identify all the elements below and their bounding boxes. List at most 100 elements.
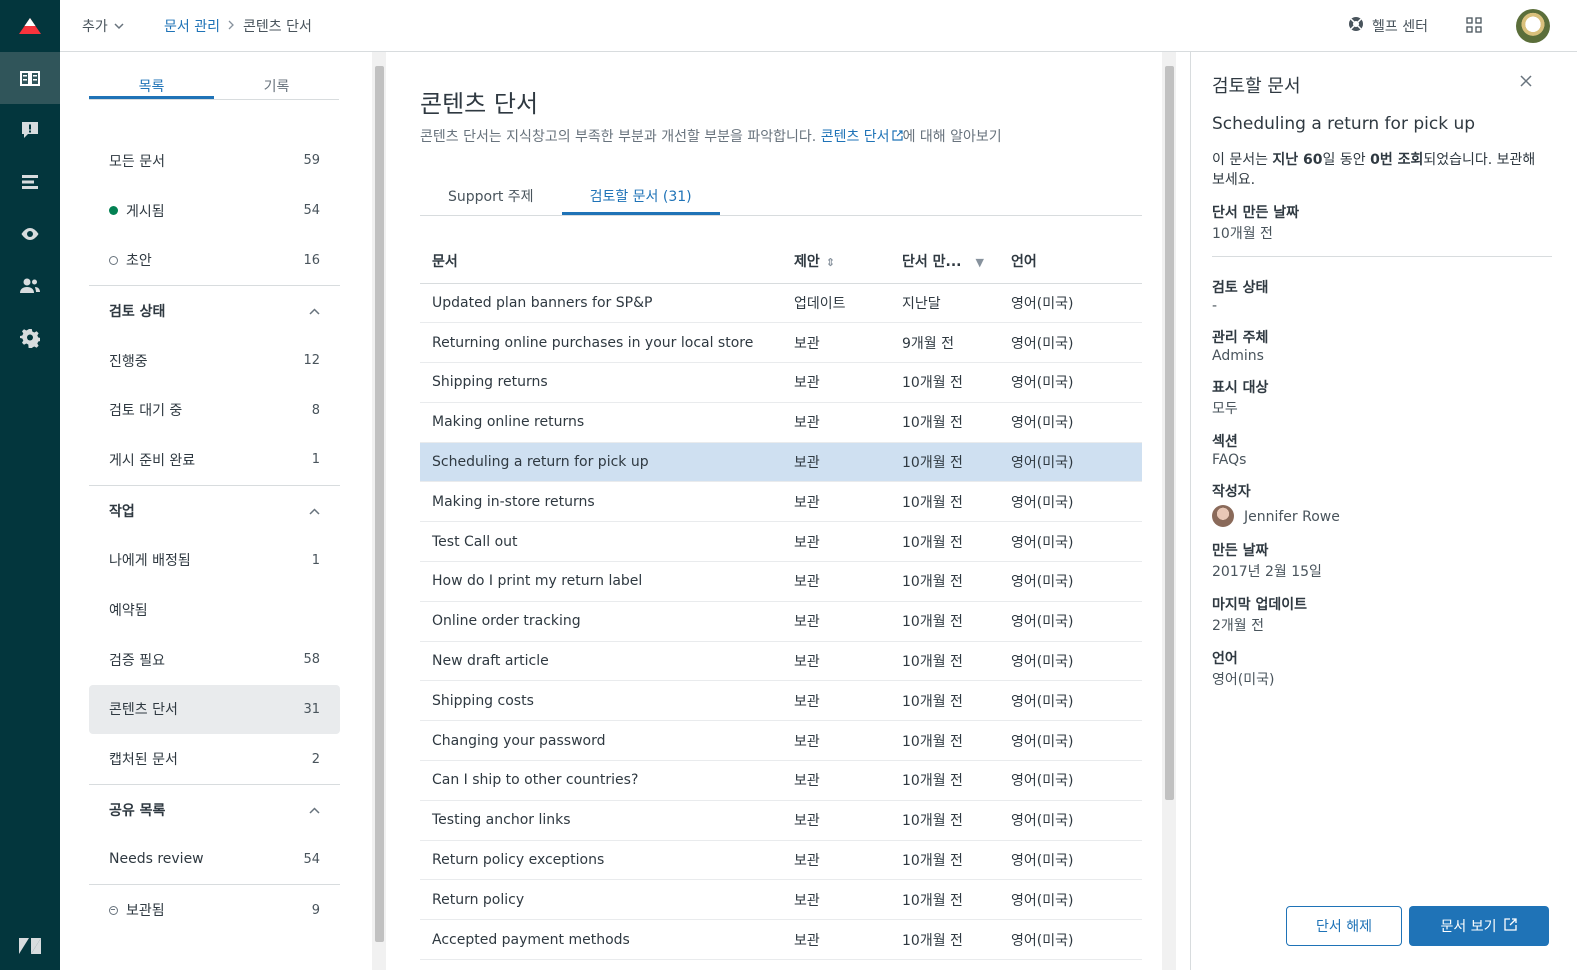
- nav-in-progress[interactable]: 진행중 12: [89, 336, 340, 386]
- table-row[interactable]: Updated plan banners for SP&P 업데이트 지난달 영어(미…: [420, 283, 1142, 324]
- cell-suggestion: 보관: [782, 919, 890, 961]
- cue-tabs: Support 주제 검토할 문서 (31): [420, 180, 1142, 216]
- users-icon[interactable]: [0, 260, 60, 312]
- cell-article-title[interactable]: Changing your password: [420, 720, 782, 762]
- cell-cue-created: 10개월 전: [890, 481, 999, 523]
- table-row[interactable]: Testing anchor links 보관 10개월 전 영어(미국): [420, 800, 1142, 841]
- cell-article-title[interactable]: Testing anchor links: [420, 800, 782, 841]
- tab-articles-to-review[interactable]: 검토할 문서 (31): [561, 180, 720, 215]
- sidebar-scrollbar[interactable]: [372, 52, 386, 970]
- column-header-suggestion[interactable]: 제안 ⇕: [782, 239, 890, 284]
- nav-archived[interactable]: 보관됨 9: [89, 885, 340, 935]
- table-row[interactable]: Online order tracking 보관 10개월 전 영어(미국): [420, 601, 1142, 642]
- table-row[interactable]: Accepted payment methods 보관 10개월 전 영어(미국): [420, 919, 1142, 961]
- nav-scheduled[interactable]: 예약됨: [89, 585, 340, 635]
- knowledge-icon[interactable]: [0, 52, 60, 104]
- nav-label: 보관됨: [126, 903, 165, 920]
- table-row[interactable]: Return policy 보관 10개월 전 영어(미국): [420, 879, 1142, 921]
- cell-article-title[interactable]: Updated plan banners for SP&P: [420, 283, 782, 324]
- nav-label: 게시 준비 완료: [109, 452, 196, 469]
- cell-language: 영어(미국): [999, 840, 1142, 881]
- cell-article-title[interactable]: Return policy exceptions: [420, 840, 782, 881]
- view-article-button[interactable]: 문서 보기: [1409, 906, 1549, 946]
- column-header-cue-created[interactable]: 단서 만... ▼: [890, 239, 999, 284]
- cell-suggestion: 보관: [782, 362, 890, 403]
- scrollbar-thumb[interactable]: [1165, 66, 1174, 800]
- cell-cue-created: 10개월 전: [890, 442, 999, 483]
- nav-assigned-to-me[interactable]: 나에게 배정됨 1: [89, 536, 340, 586]
- nav-published[interactable]: 게시됨 54: [89, 186, 340, 236]
- review-status-header[interactable]: 검토 상태: [89, 286, 340, 336]
- column-header-language[interactable]: 언어: [999, 239, 1142, 284]
- user-avatar[interactable]: [1516, 9, 1550, 43]
- tab-history[interactable]: 기록: [214, 76, 339, 99]
- nav-count: 12: [303, 353, 320, 369]
- list-icon[interactable]: [0, 156, 60, 208]
- cell-article-title[interactable]: Online order tracking: [420, 601, 782, 642]
- table-row[interactable]: Shipping returns 보관 10개월 전 영어(미국): [420, 362, 1142, 403]
- add-menu-button[interactable]: 추가: [82, 16, 124, 36]
- table-row[interactable]: New draft article 보관 10개월 전 영어(미국): [420, 641, 1142, 682]
- cell-article-title[interactable]: Scheduling a return for pick up: [420, 442, 782, 483]
- nav-ready-to-publish[interactable]: 게시 준비 완료 1: [89, 435, 340, 485]
- alert-icon[interactable]: [0, 104, 60, 156]
- published-dot-icon: [109, 206, 118, 216]
- table-row[interactable]: Shipping costs 보관 10개월 전 영어(미국): [420, 680, 1142, 722]
- nav-all-articles[interactable]: 모든 문서 59: [89, 136, 340, 186]
- nav-captured-articles[interactable]: 캡처된 문서 2: [89, 734, 340, 784]
- learn-more-link[interactable]: 콘텐츠 단서: [821, 129, 903, 145]
- cell-article-title[interactable]: Test Call out: [420, 521, 782, 563]
- cell-suggestion: 보관: [782, 561, 890, 602]
- table-row[interactable]: Return policy exceptions 보관 10개월 전 영어(미국): [420, 840, 1142, 881]
- gear-icon[interactable]: [0, 312, 60, 364]
- eye-icon[interactable]: [0, 208, 60, 260]
- nav-count: 31: [303, 701, 320, 717]
- cell-article-title[interactable]: Can I ship to other countries?: [420, 760, 782, 801]
- zendesk-guide-logo[interactable]: [0, 0, 60, 52]
- scrollbar-thumb[interactable]: [375, 66, 384, 942]
- tab-lists[interactable]: 목록: [89, 76, 214, 99]
- cue-message: 이 문서는 지난 60일 동안 0번 조회되었습니다. 보관해 보세요.: [1212, 150, 1552, 190]
- nav-count: 54: [303, 851, 320, 867]
- table-row[interactable]: Making in-store returns 보관 10개월 전 영어(미국): [420, 481, 1142, 523]
- nav-awaiting-review[interactable]: 검토 대기 중 8: [89, 385, 340, 435]
- section-title: 작업: [109, 503, 135, 520]
- cell-article-title[interactable]: Returning online purchases in your local…: [420, 322, 782, 364]
- close-icon[interactable]: [1519, 72, 1533, 93]
- cell-cue-created: 10개월 전: [890, 362, 999, 403]
- tab-support-topics[interactable]: Support 주제: [420, 180, 562, 215]
- table-row[interactable]: Can I ship to other countries? 보관 10개월 전 영어…: [420, 760, 1142, 801]
- apps-grid-icon[interactable]: [1466, 17, 1482, 37]
- table-row[interactable]: Making online returns 보관 10개월 전 영어(미국): [420, 402, 1142, 443]
- table-row[interactable]: Test Call out 보관 10개월 전 영어(미국): [420, 521, 1142, 563]
- help-center-link[interactable]: 헬프 센터: [1348, 16, 1428, 36]
- add-label: 추가: [82, 19, 108, 35]
- external-link-icon: [1504, 917, 1518, 935]
- table-row[interactable]: Returning online purchases in your local…: [420, 322, 1142, 364]
- table-row[interactable]: How do I print my return label 보관 10개월 전 영어…: [420, 561, 1142, 602]
- table-row[interactable]: Changing your password 보관 10개월 전 영어(미국): [420, 720, 1142, 762]
- nav-draft[interactable]: 초안 16: [89, 235, 340, 285]
- column-header-article[interactable]: 문서: [420, 239, 782, 284]
- work-header[interactable]: 작업: [89, 486, 340, 536]
- shared-lists-header[interactable]: 공유 목록: [89, 785, 340, 835]
- cell-article-title[interactable]: Making in-store returns: [420, 481, 782, 523]
- cell-article-title[interactable]: Shipping returns: [420, 362, 782, 403]
- cell-article-title[interactable]: Making online returns: [420, 402, 782, 443]
- main-scrollbar[interactable]: [1162, 52, 1176, 970]
- nav-content-cues[interactable]: 콘텐츠 단서 31: [89, 684, 340, 735]
- field-value: 10개월 전: [1212, 226, 1273, 242]
- cell-cue-created: 9개월 전: [890, 322, 999, 364]
- nav-needs-review[interactable]: Needs review 54: [89, 835, 340, 885]
- zendesk-logo[interactable]: [0, 936, 60, 956]
- breadcrumb-manage-articles[interactable]: 문서 관리: [164, 16, 220, 36]
- cell-article-title[interactable]: Return policy: [420, 879, 782, 921]
- table-row[interactable]: Scheduling a return for pick up 보관 10개월 전영…: [420, 442, 1142, 483]
- cell-article-title[interactable]: Shipping costs: [420, 680, 782, 722]
- cell-article-title[interactable]: New draft article: [420, 641, 782, 682]
- cell-article-title[interactable]: Accepted payment methods: [420, 919, 782, 961]
- nav-needs-verification[interactable]: 검증 필요 58: [89, 635, 340, 685]
- cell-suggestion: 보관: [782, 800, 890, 841]
- dismiss-cue-button[interactable]: 단서 해제: [1286, 906, 1402, 946]
- cell-article-title[interactable]: How do I print my return label: [420, 561, 782, 602]
